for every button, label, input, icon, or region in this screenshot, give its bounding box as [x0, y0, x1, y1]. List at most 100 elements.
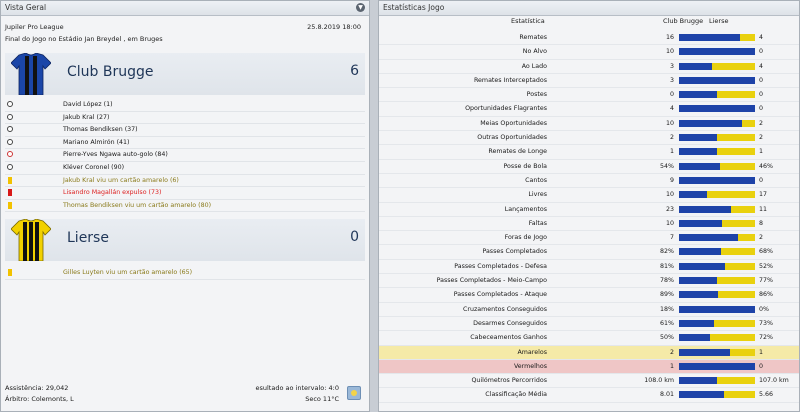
stat-row[interactable]: Remates de Longe 1 1 [379, 145, 799, 160]
stat-away-value: 11 [759, 205, 768, 213]
attendance: Assistência: 29,042 [5, 384, 69, 392]
stat-row[interactable]: Ao Lado 3 4 [379, 60, 799, 74]
away-team-block[interactable]: Lierse 0 [5, 219, 365, 261]
event-row: Mariano Almirón (41) [5, 137, 365, 150]
stat-label: Vermelhos [513, 362, 547, 370]
stat-row[interactable]: No Alvo 10 0 [379, 45, 799, 60]
yellow-card-icon [8, 269, 12, 276]
collapse-icon[interactable]: ▼ [356, 3, 365, 12]
event-text: Pierre-Yves Ngawa auto-golo (84) [63, 151, 168, 159]
stat-away-value: 2 [759, 234, 764, 242]
home-team-score: 6 [350, 63, 359, 79]
col-stat-header[interactable]: Estatística [511, 16, 545, 27]
stat-home-value: 78% [660, 277, 674, 285]
event-text: Gilles Luyten viu um cartão amarelo (65) [63, 269, 193, 276]
stat-row[interactable]: Remates 16 4 [379, 31, 799, 46]
stat-comparison-bar [679, 191, 755, 199]
stat-comparison-bar [679, 91, 755, 99]
lierse-shirt-icon [11, 219, 51, 261]
stat-away-value: 0 [759, 176, 764, 184]
event-text: Thomas Bendiksen viu um cartão amarelo (… [63, 201, 212, 209]
goal-ball-icon [7, 101, 13, 107]
stat-label: No Alvo [522, 48, 547, 56]
stat-row[interactable]: Posse de Bola 54% 46% [379, 160, 799, 174]
red-card-icon [8, 189, 12, 197]
stat-row[interactable]: Oportunidades Flagrantes 4 0 [379, 102, 799, 117]
stat-away-value: 1 [759, 348, 764, 356]
stat-comparison-bar [679, 134, 755, 142]
stat-comparison-bar [679, 119, 755, 127]
col-home-header[interactable]: Club Brugge [663, 16, 703, 27]
stat-away-value: 77% [759, 277, 773, 285]
event-text: Mariano Almirón (41) [63, 138, 130, 146]
match-venue: Final do Jogo no Estádio Jan Breydel , e… [5, 35, 163, 43]
stat-label: Remates de Longe [488, 148, 547, 156]
stat-row[interactable]: Quilómetros Percorridos 108.0 km 107.0 km [379, 374, 799, 389]
home-team-block[interactable]: Club Brugge 6 [5, 53, 365, 95]
stat-comparison-bar [679, 248, 755, 256]
event-row: Jakub Kral viu um cartão amarelo (6) [5, 175, 365, 188]
stat-row[interactable]: Remates Interceptados 3 0 [379, 74, 799, 89]
stat-home-share [679, 277, 717, 285]
stat-row[interactable]: Faltas 10 8 [379, 217, 799, 232]
stat-away-value: 72% [759, 334, 773, 342]
stat-row[interactable]: Amarelos 2 1 [379, 345, 799, 360]
col-away-header[interactable]: Lierse [709, 16, 728, 27]
stat-comparison-bar [679, 262, 755, 270]
overview-title: Vista Geral [5, 3, 47, 12]
stat-row[interactable]: Cabeceamentos Ganhos 50% 72% [379, 331, 799, 346]
event-row: Kléver Coronel (90) [5, 162, 365, 175]
stat-label: Outras Oportunidades [477, 134, 547, 142]
event-text: Jakub Kral (27) [63, 113, 110, 121]
stat-row[interactable]: Desarmes Conseguidos 61% 73% [379, 317, 799, 332]
event-text: Lisandro Magallán expulso (73) [63, 189, 162, 197]
stat-label: Faltas [528, 219, 547, 227]
event-row: Lisandro Magallán expulso (73) [5, 187, 365, 200]
stat-home-value: 4 [669, 105, 674, 113]
stat-comparison-bar [679, 277, 755, 285]
stat-row[interactable]: Passes Completados - Meio-Campo 78% 77% [379, 274, 799, 289]
stat-away-value: 5.66 [759, 391, 774, 399]
away-team-name: Lierse [67, 230, 109, 246]
stat-row[interactable]: Foras de Jogo 7 2 [379, 231, 799, 246]
stats-title: Estatísticas Jogo [383, 3, 445, 12]
event-text: Thomas Bendiksen (37) [63, 126, 138, 134]
stat-home-value: 18% [660, 305, 674, 313]
stat-home-value: 3 [669, 76, 674, 84]
stat-comparison-bar [679, 62, 755, 70]
stat-comparison-bar [679, 48, 755, 56]
overview-panel: Vista Geral ▼ Jupiler Pro League 25.8.20… [0, 0, 370, 412]
away-team-score: 0 [350, 229, 359, 245]
stat-home-share [679, 262, 726, 270]
stat-row[interactable]: Passes Completados 82% 68% [379, 245, 799, 260]
stat-label: Desarmes Conseguidos [473, 319, 547, 327]
stat-label: Remates Interceptados [473, 76, 547, 84]
stat-row[interactable]: Classificação Média 8.01 5.66 [379, 388, 799, 403]
away-events: Gilles Luyten viu um cartão amarelo (65) [5, 267, 365, 280]
stats-table: Remates 16 4 No Alvo 10 0 Ao Lado 3 4 Remates Int… [379, 31, 799, 403]
stat-row[interactable]: Cruzamentos Conseguidos 18% 0% [379, 303, 799, 317]
stat-home-share [679, 134, 717, 142]
stat-row[interactable]: Passes Completados - Defesa 81% 52% [379, 260, 799, 275]
stat-row[interactable]: Cantos 9 0 [379, 174, 799, 189]
stat-comparison-bar [679, 105, 755, 113]
stat-home-share [679, 291, 718, 299]
stat-home-share [679, 248, 721, 256]
stat-row[interactable]: Vermelhos 1 0 [379, 359, 799, 375]
stat-row[interactable]: Postes 0 0 [379, 88, 799, 103]
stat-home-value: 8.01 [659, 391, 674, 399]
stat-row[interactable]: Lançamentos 23 11 [379, 203, 799, 217]
yellow-card-icon [8, 176, 12, 184]
stat-row[interactable]: Livres 10 17 [379, 188, 799, 203]
stat-row[interactable]: Outras Oportunidades 2 2 [379, 131, 799, 146]
stat-home-value: 61% [660, 319, 674, 327]
yellow-card-icon [8, 201, 12, 209]
stat-row[interactable]: Meias Oportunidades 10 2 [379, 117, 799, 132]
event-row: Thomas Bendiksen viu um cartão amarelo (… [5, 200, 365, 213]
stat-row[interactable]: Passes Completados - Ataque 89% 86% [379, 288, 799, 303]
stat-label: Foras de Jogo [504, 234, 547, 242]
stat-label: Quilómetros Percorridos [471, 377, 547, 385]
stat-label: Livres [528, 191, 547, 199]
stat-home-value: 16 [665, 34, 674, 41]
stat-home-value: 2 [669, 348, 674, 356]
